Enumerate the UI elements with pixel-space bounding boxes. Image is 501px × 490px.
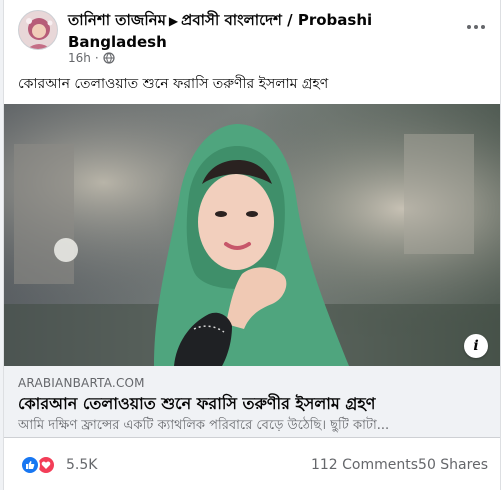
post-header: তানিশা তাজনিম ▶ প্রবাসী বাংলাদেশ / Probash… (4, 0, 500, 70)
like-icon (20, 455, 40, 475)
article-photo (4, 104, 500, 366)
more-options-icon (467, 25, 471, 29)
link-title: কোরআন তেলাওয়াত শুনে ফরাসি তরুণীর ইসলাম … (18, 394, 376, 413)
more-options-button[interactable] (462, 16, 490, 38)
group-arrow-icon: ▶ (168, 14, 179, 28)
link-preview-image[interactable]: i (4, 104, 500, 366)
link-description: আমি দক্ষিণ ফ্রান্সের একটি ক্যাথলিক পরিবা… (18, 418, 390, 433)
post-meta: 16h · (68, 51, 115, 65)
link-domain: ARABIANBARTA.COM (18, 376, 145, 390)
shares-count[interactable]: 50 Shares (418, 457, 488, 473)
info-icon[interactable]: i (464, 334, 488, 358)
post-time[interactable]: 16h (68, 51, 91, 65)
post-title-line: তানিশা তাজনিম ▶ প্রবাসী বাংলাদেশ / Probash… (68, 10, 438, 53)
comments-count[interactable]: 112 Comments (311, 457, 418, 473)
reaction-icons[interactable] (20, 455, 56, 475)
author-name[interactable]: তানিশা তাজনিম (68, 11, 166, 29)
dot-separator: · (94, 51, 99, 65)
author-avatar[interactable] (18, 10, 58, 50)
post-card: তানিশা তাজনিম ▶ প্রবাসী বাংলাদেশ / Probash… (3, 0, 501, 490)
avatar-image (19, 11, 57, 49)
post-text: কোরআন তেলাওয়াত শুনে ফরাসি তরুণীর ইসলাম … (18, 76, 329, 92)
engagement-bar: 5.5K 112 Comments 50 Shares (4, 446, 500, 486)
globe-icon[interactable] (103, 52, 115, 64)
reaction-count[interactable]: 5.5K (66, 457, 97, 473)
link-preview-meta[interactable]: ARABIANBARTA.COM কোরআন তেলাওয়াত শুনে ফর… (4, 366, 500, 438)
